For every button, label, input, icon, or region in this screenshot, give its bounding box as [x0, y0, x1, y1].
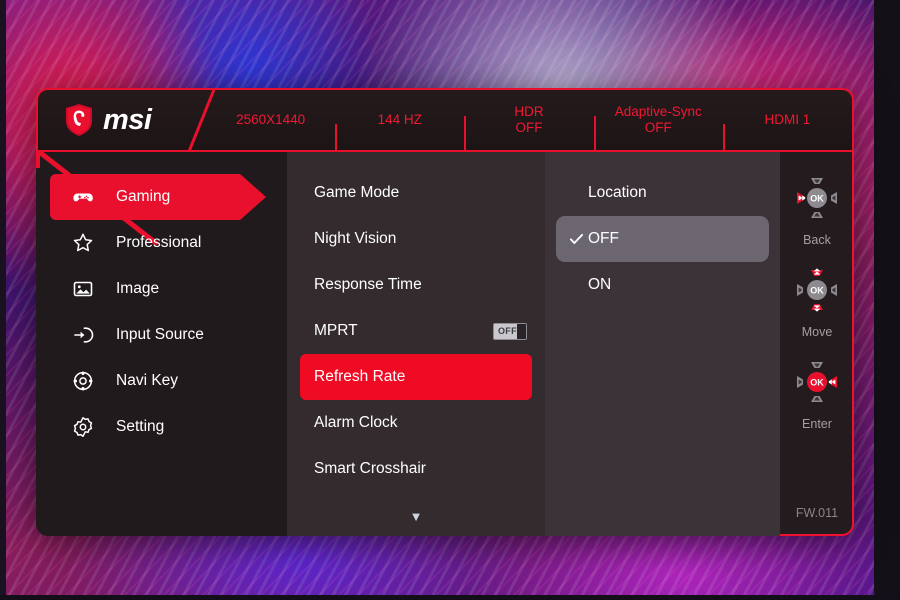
status-refresh-rate-value: 144 HZ — [377, 112, 422, 127]
sidebar-item-setting[interactable]: Setting — [36, 404, 287, 450]
osd-navi-key-column: OK Back OK Move OK Enter FW.011 — [780, 152, 854, 536]
dpad-icon — [70, 368, 96, 394]
sidebar-item-label: Setting — [116, 418, 165, 435]
navi-group-label: Enter — [802, 417, 832, 431]
sidebar-item-image[interactable]: Image — [36, 266, 287, 312]
navi-group-label: Back — [803, 233, 831, 247]
menu-item-label: Alarm Clock — [314, 414, 398, 431]
value-option-label: ON — [588, 276, 612, 293]
menu-item-night-vision[interactable]: Night Vision — [287, 216, 545, 262]
dpad-enter-icon: OK — [797, 362, 837, 402]
value-option-off[interactable]: OFF — [556, 216, 769, 262]
gamepad-icon — [70, 184, 96, 210]
navi-group-enter: OK Enter — [780, 354, 852, 431]
status-hdr-label: HDR — [514, 104, 544, 119]
menu-item-label: Smart Crosshair — [314, 460, 426, 477]
status-input: HDMI 1 — [722, 112, 852, 150]
check-icon — [569, 233, 584, 244]
status-hdr-value: OFF — [515, 120, 543, 135]
value-section-title: Location — [545, 170, 780, 216]
dpad-back-icon: OK — [797, 178, 837, 218]
status-input-value: HDMI 1 — [764, 112, 811, 127]
status-adaptive-sync: Adaptive-Sync OFF — [593, 104, 723, 150]
msi-logo: msi — [38, 90, 217, 150]
osd-header: msi 2560X1440 144 HZ HDR OFF Adaptive-Sy… — [36, 88, 854, 152]
sidebar-item-input-source[interactable]: Input Source — [36, 312, 287, 358]
monitor-bezel-bottom — [0, 595, 900, 600]
menu-item-response-time[interactable]: Response Time — [287, 262, 545, 308]
msi-dragon-shield-icon — [66, 104, 92, 136]
monitor-bezel-right — [874, 0, 900, 600]
menu-item-label: MPRT — [314, 322, 358, 339]
star-icon — [70, 230, 96, 256]
status-resolution: 2560X1440 — [206, 112, 335, 128]
header-status-items: 2560X1440 144 HZ HDR OFF Adaptive-Sync O… — [206, 90, 852, 150]
picture-icon — [70, 276, 96, 302]
menu-item-label: Response Time — [314, 276, 422, 293]
osd-value-column: Location OFF ON — [545, 152, 780, 536]
osd-menu-column: Game Mode Night Vision Response Time MPR… — [287, 152, 545, 536]
sidebar-item-professional[interactable]: Professional — [36, 220, 287, 266]
status-hdr: HDR OFF — [464, 104, 593, 150]
menu-item-game-mode[interactable]: Game Mode — [287, 170, 545, 216]
menu-item-label: Game Mode — [314, 184, 400, 201]
navi-group-move: OK Move — [780, 262, 852, 339]
value-option-on[interactable]: ON — [545, 262, 780, 308]
osd-panel: msi 2560X1440 144 HZ HDR OFF Adaptive-Sy… — [36, 88, 854, 536]
sidebar-list: Gaming Professional Image Input Source N… — [36, 174, 287, 450]
mprt-toggle-label: OFF — [498, 326, 517, 336]
sidebar-item-gaming[interactable]: Gaming — [36, 174, 287, 220]
firmware-version: FW.011 — [795, 506, 839, 520]
sidebar-item-navi-key[interactable]: Navi Key — [36, 358, 287, 404]
mprt-toggle-knob — [516, 323, 526, 339]
status-adaptive-sync-label: Adaptive-Sync — [614, 104, 702, 119]
status-refresh-rate: 144 HZ — [335, 112, 464, 150]
sidebar-item-label: Navi Key — [116, 372, 179, 389]
svg-text:OK: OK — [810, 378, 824, 388]
sidebar-item-label: Image — [116, 280, 160, 297]
sidebar-item-label: Professional — [116, 234, 202, 251]
menu-item-smart-crosshair[interactable]: Smart Crosshair — [287, 446, 545, 492]
menu-item-label: Refresh Rate — [314, 368, 406, 385]
input-arrow-icon — [70, 322, 96, 348]
value-list: Location OFF ON — [545, 170, 780, 308]
menu-item-mprt[interactable]: MPRT OFF — [287, 308, 545, 354]
sidebar-item-label: Gaming — [116, 188, 171, 205]
dpad-move-icon: OK — [797, 268, 837, 312]
osd-sidebar: Gaming Professional Image Input Source N… — [36, 152, 287, 536]
navi-group-label: Move — [801, 325, 833, 339]
svg-text:OK: OK — [810, 194, 824, 204]
menu-list: Game Mode Night Vision Response Time MPR… — [287, 170, 545, 492]
scroll-down-icon[interactable]: ▼ — [287, 509, 545, 524]
menu-item-refresh-rate[interactable]: Refresh Rate — [300, 354, 532, 400]
gear-icon — [70, 414, 96, 440]
monitor-bezel-left — [0, 0, 6, 600]
sidebar-edge-accent — [36, 152, 40, 168]
value-option-label: OFF — [588, 230, 619, 247]
menu-item-label: Night Vision — [314, 230, 397, 247]
menu-item-alarm-clock[interactable]: Alarm Clock — [287, 400, 545, 446]
sidebar-item-label: Input Source — [116, 326, 204, 343]
mprt-toggle[interactable]: OFF — [493, 322, 527, 340]
navi-group-back: OK Back — [780, 170, 852, 247]
status-resolution-value: 2560X1440 — [236, 112, 306, 127]
value-section-title-label: Location — [588, 184, 647, 201]
svg-text:OK: OK — [810, 286, 824, 296]
status-adaptive-sync-value: OFF — [644, 120, 672, 135]
osd-body: Gaming Professional Image Input Source N… — [36, 152, 854, 536]
msi-wordmark: msi — [103, 103, 152, 136]
